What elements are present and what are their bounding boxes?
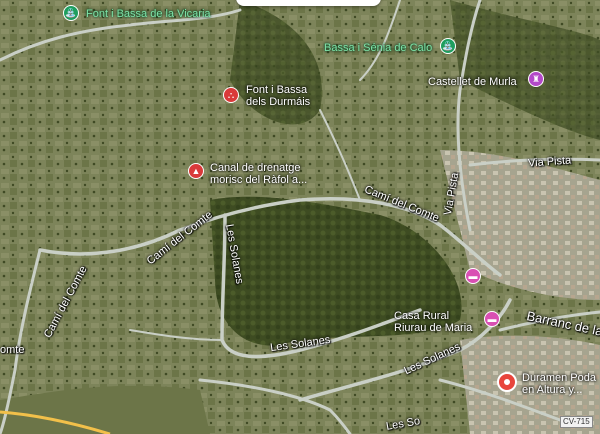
monument-icon[interactable]: ▲ <box>188 163 204 179</box>
hotel-icon[interactable]: ▬ <box>465 268 481 284</box>
fountain-icon[interactable]: ⛲ <box>63 5 79 21</box>
road-label-cami-del-comte: omte <box>0 344 25 356</box>
poi-label-duramen[interactable]: Duramen Poda en Altura y... <box>522 372 596 396</box>
poi-label-canal[interactable]: Canal de drenatge morisc del Ràfol a... <box>210 162 307 186</box>
road-shield: CV-715 <box>560 416 593 428</box>
poi-label-bassa-senia[interactable]: Bassa i Sénia de Calo <box>324 42 432 54</box>
landmark-icon[interactable]: ⛬ <box>223 87 239 103</box>
fountain-icon[interactable]: ⛲ <box>440 38 456 54</box>
poi-label-castellet[interactable]: Castellet de Murla <box>428 76 517 88</box>
map-terrain <box>0 0 600 434</box>
castle-icon[interactable]: ♜ <box>528 71 544 87</box>
poi-label-font-durmais[interactable]: Font i Bassa dels Durmáis <box>246 84 310 108</box>
search-bar-edge[interactable] <box>236 0 381 6</box>
poi-label-font-vicaria[interactable]: Font i Bassa de la Vicaria <box>86 8 211 20</box>
poi-label-casa-rural[interactable]: Casa Rural Riurau de Maria <box>394 310 472 334</box>
satellite-map[interactable]: Camí del Comte Camí del Comte Camí del C… <box>0 0 600 434</box>
location-pin-icon[interactable] <box>497 372 517 392</box>
hotel-icon[interactable]: ▬ <box>484 311 500 327</box>
